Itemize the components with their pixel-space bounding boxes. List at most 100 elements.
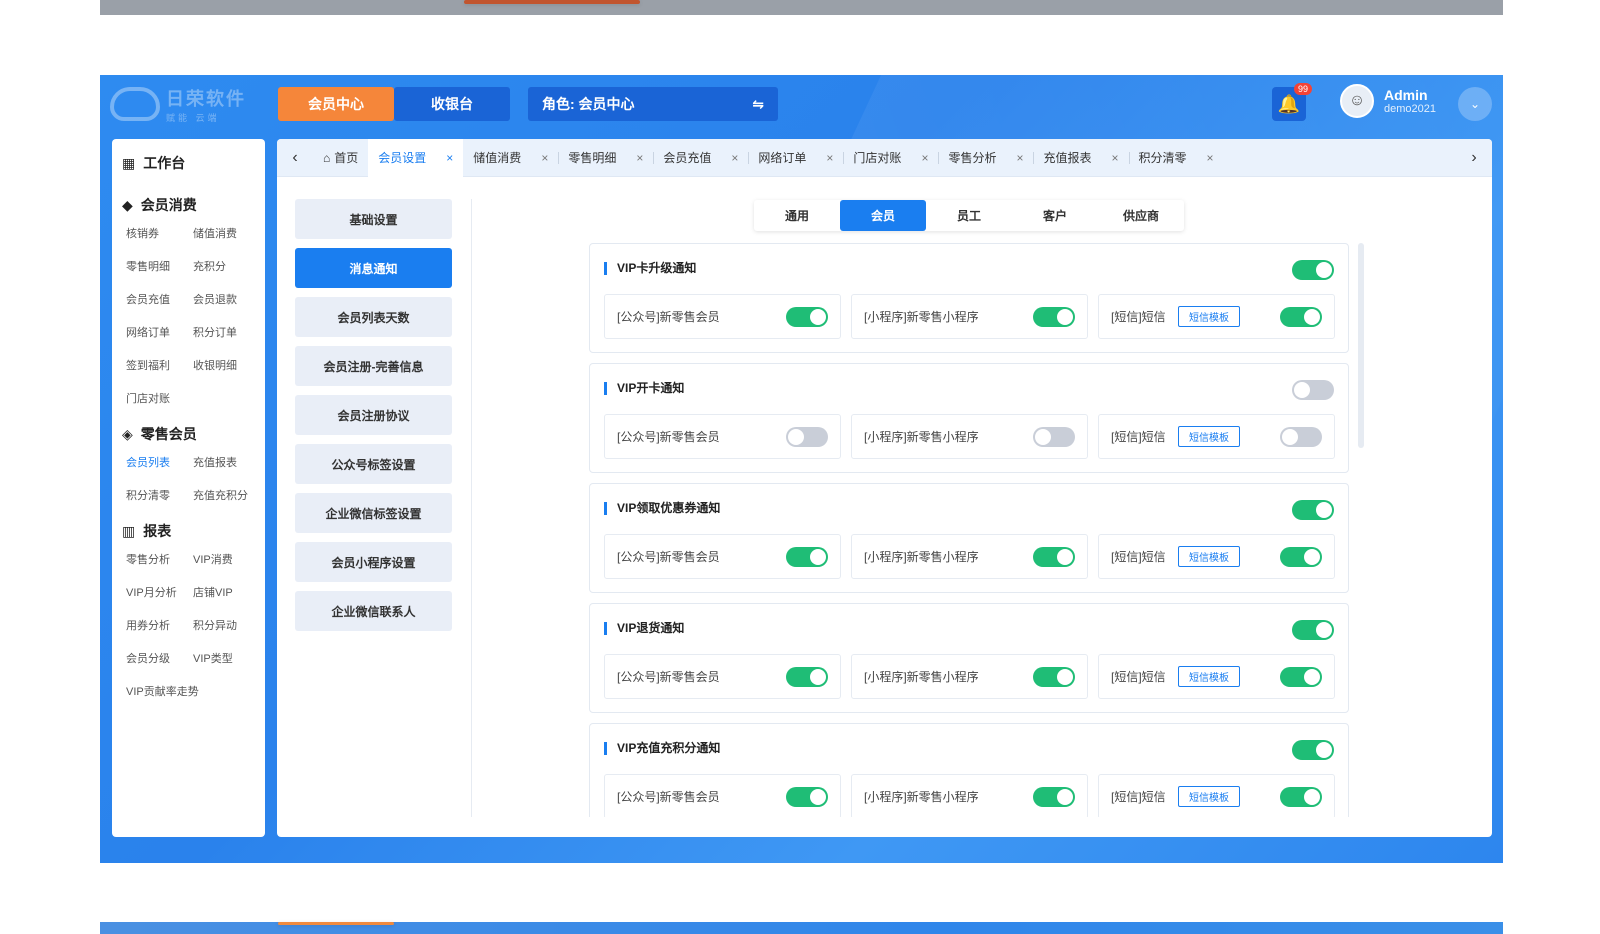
sidebar-item[interactable]: 店铺VIP: [193, 584, 260, 600]
close-icon[interactable]: ×: [636, 151, 643, 165]
notifications-button[interactable]: 🔔 99: [1272, 83, 1312, 121]
sidebar-group-title[interactable]: ◈ 零售会员: [122, 424, 255, 444]
close-icon[interactable]: ×: [826, 151, 833, 165]
master-toggle[interactable]: [1292, 500, 1334, 520]
channel-toggle[interactable]: [1033, 426, 1075, 447]
channel-toggle[interactable]: [1280, 306, 1322, 327]
sms-template-button[interactable]: 短信模板: [1178, 786, 1240, 807]
sidebar-item[interactable]: 充值报表: [193, 454, 260, 470]
channel-option: [公众号]新零售会员: [604, 534, 841, 579]
sidebar-item[interactable]: 零售明细: [126, 258, 193, 274]
tab-4[interactable]: 零售明细 ×: [558, 139, 653, 177]
channel-toggle[interactable]: [786, 786, 828, 807]
channel-toggle[interactable]: [786, 546, 828, 567]
master-toggle[interactable]: [1292, 380, 1334, 400]
tab-9[interactable]: 充值报表 ×: [1033, 139, 1128, 177]
settings-menu-item[interactable]: 企业微信联系人: [295, 591, 452, 631]
nav-member-center-button[interactable]: 会员中心: [278, 87, 394, 121]
tab-7[interactable]: 门店对账 ×: [843, 139, 938, 177]
sidebar-item[interactable]: 零售分析: [126, 551, 193, 567]
sidebar-item[interactable]: 积分异动: [193, 617, 260, 633]
sidebar-item[interactable]: 会员退款: [193, 291, 260, 307]
tab-10[interactable]: 积分清零 ×: [1128, 139, 1224, 177]
scrollbar[interactable]: [1358, 243, 1364, 448]
sms-template-button[interactable]: 短信模板: [1178, 666, 1240, 687]
close-icon[interactable]: ×: [541, 151, 548, 165]
segment-option[interactable]: 会员: [840, 200, 926, 231]
channel-toggle[interactable]: [786, 306, 828, 327]
settings-menu-item[interactable]: 会员列表天数: [295, 297, 452, 337]
sidebar-item[interactable]: 网络订单: [126, 324, 193, 340]
sidebar-title[interactable]: ▦ 工作台: [122, 153, 255, 173]
sidebar-group-label: 报表: [143, 523, 172, 539]
settings-menu-item[interactable]: 会员注册-完善信息: [295, 346, 452, 386]
tab-6[interactable]: 网络订单 ×: [748, 139, 843, 177]
tag-icon: ◈: [122, 425, 133, 442]
channel-toggle[interactable]: [1033, 306, 1075, 327]
settings-menu-item[interactable]: 消息通知: [295, 248, 452, 288]
close-icon[interactable]: ×: [446, 151, 453, 165]
segment-option[interactable]: 客户: [1012, 200, 1098, 231]
close-icon[interactable]: ×: [731, 151, 738, 165]
sidebar-item[interactable]: 会员充值: [126, 291, 193, 307]
master-toggle[interactable]: [1292, 740, 1334, 760]
channel-toggle[interactable]: [1280, 786, 1322, 807]
sidebar-item[interactable]: 会员列表: [126, 454, 193, 470]
chevron-down-icon[interactable]: ⌄: [1458, 87, 1492, 121]
sidebar-group-title[interactable]: ▥ 报表: [122, 521, 255, 541]
channel-row: [公众号]新零售会员 [小程序]新零售小程序 [短信]短信 短信模板: [604, 294, 1335, 339]
user-profile[interactable]: ☺ Admin demo2021: [1340, 84, 1436, 118]
channel-toggle[interactable]: [786, 426, 828, 447]
sidebar-item[interactable]: 充积分: [193, 258, 260, 274]
settings-menu-item[interactable]: 企业微信标签设置: [295, 493, 452, 533]
tab-scroll-left-icon[interactable]: ‹: [277, 149, 313, 167]
sms-template-button[interactable]: 短信模板: [1178, 546, 1240, 567]
sidebar-item[interactable]: 积分订单: [193, 324, 260, 340]
segment-option[interactable]: 通用: [754, 200, 840, 231]
tab-5[interactable]: 会员充值 ×: [653, 139, 748, 177]
sms-template-button[interactable]: 短信模板: [1178, 306, 1240, 327]
channel-toggle[interactable]: [786, 666, 828, 687]
sidebar-item[interactable]: 储值消费: [193, 225, 260, 241]
settings-menu-item[interactable]: 基础设置: [295, 199, 452, 239]
close-icon[interactable]: ×: [1207, 151, 1214, 165]
channel-toggle[interactable]: [1280, 426, 1322, 447]
sidebar-item[interactable]: 会员分级: [126, 650, 193, 666]
channel-toggle[interactable]: [1033, 666, 1075, 687]
sidebar-item[interactable]: 充值充积分: [193, 487, 260, 503]
channel-toggle[interactable]: [1033, 546, 1075, 567]
sidebar-item[interactable]: VIP月分析: [126, 584, 193, 600]
tab-3[interactable]: 储值消费 ×: [463, 139, 558, 177]
close-icon[interactable]: ×: [1112, 151, 1119, 165]
settings-menu-item[interactable]: 会员注册协议: [295, 395, 452, 435]
segment-option[interactable]: 供应商: [1098, 200, 1184, 231]
sidebar-item[interactable]: 签到福利: [126, 357, 193, 373]
sms-template-button[interactable]: 短信模板: [1178, 426, 1240, 447]
settings-menu-item[interactable]: 会员小程序设置: [295, 542, 452, 582]
sidebar-item[interactable]: 用券分析: [126, 617, 193, 633]
nav-cashier-button[interactable]: 收银台: [394, 87, 510, 121]
sidebar-item[interactable]: 收银明细: [193, 357, 260, 373]
sidebar-item[interactable]: 门店对账: [126, 390, 193, 406]
sidebar-item[interactable]: VIP贡献率走势: [126, 683, 199, 699]
channel-toggle[interactable]: [1280, 546, 1322, 567]
sidebar-item[interactable]: VIP类型: [193, 650, 260, 666]
sidebar-item[interactable]: 核销券: [126, 225, 193, 241]
sidebar-item[interactable]: VIP消费: [193, 551, 260, 567]
master-toggle[interactable]: [1292, 620, 1334, 640]
settings-menu-item[interactable]: 公众号标签设置: [295, 444, 452, 484]
segment-option[interactable]: 员工: [926, 200, 1012, 231]
sidebar-item[interactable]: 积分清零: [126, 487, 193, 503]
master-toggle[interactable]: [1292, 260, 1334, 280]
role-selector[interactable]: 角色: 会员中心 ⇋: [528, 87, 778, 121]
tab-8[interactable]: 零售分析 ×: [938, 139, 1033, 177]
channel-toggle[interactable]: [1033, 786, 1075, 807]
tab-1[interactable]: ⌂ 首页: [313, 139, 368, 177]
adjacent-screenshot-top: [100, 0, 1503, 15]
channel-toggle[interactable]: [1280, 666, 1322, 687]
close-icon[interactable]: ×: [1016, 151, 1023, 165]
tab-scroll-right-icon[interactable]: ›: [1456, 149, 1492, 167]
tab-2[interactable]: 会员设置 ×: [368, 139, 464, 177]
close-icon[interactable]: ×: [921, 151, 928, 165]
sidebar-group-title[interactable]: ◆ 会员消费: [122, 195, 255, 215]
